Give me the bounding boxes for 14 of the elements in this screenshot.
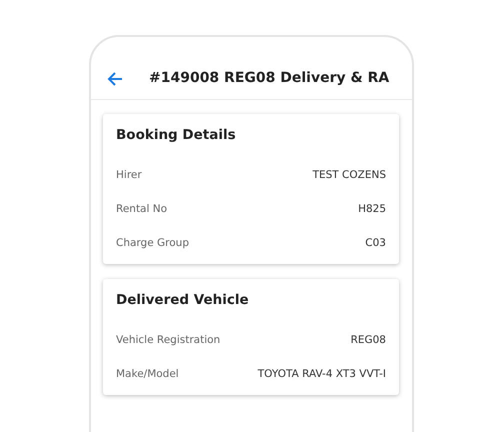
card-title: Delivered Vehicle [116,291,250,310]
field-label: Vehicle Registration [116,334,220,346]
field-value: C03 [365,237,386,249]
field-value: TOYOTA RAV-4 XT3 VVT-I [258,368,386,380]
back-arrow-icon[interactable] [107,72,123,86]
field-value: REG08 [350,334,386,346]
field-value: H825 [358,203,386,215]
field-label: Make/Model [116,368,179,380]
field-label: Hirer [116,169,142,181]
field-label: Rental No [116,203,168,215]
card-title: Booking Details [116,126,237,145]
field-label: Charge Group [116,237,189,249]
field-value: TEST COZENS [312,169,386,181]
page-title: #149008 REG08 Delivery & RA [149,69,390,88]
